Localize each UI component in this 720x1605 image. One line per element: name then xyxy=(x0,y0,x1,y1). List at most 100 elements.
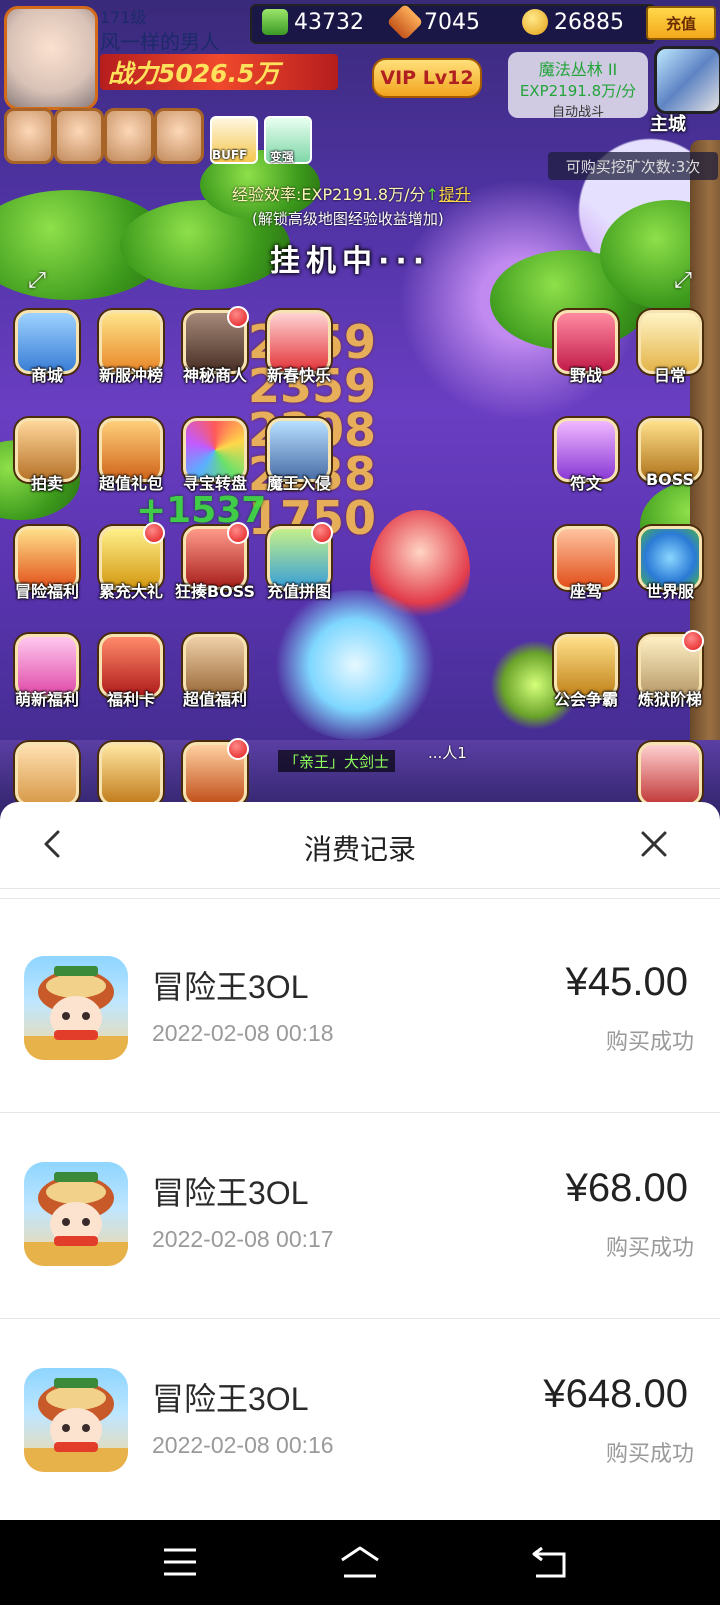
close-button[interactable] xyxy=(636,826,672,862)
record-item[interactable]: 冒险王3OL 2022-02-08 00:18 ¥45.00 购买成功 xyxy=(0,906,720,1113)
exp-efficiency: 经验效率:EXP2191.8万/分↑提升 xyxy=(232,185,471,204)
player-avatar[interactable] xyxy=(4,6,98,110)
back-icon xyxy=(532,1546,566,1578)
game-icon-mount[interactable]: 座驾 xyxy=(552,526,620,601)
game-icon-treasure-wheel[interactable]: 寻宝转盘 xyxy=(181,418,249,493)
app-icon xyxy=(24,1368,128,1472)
purchase-time: 2022-02-08 00:18 xyxy=(152,1020,334,1046)
app-name: 冒险王3OL xyxy=(152,1381,309,1417)
game-icon-rune[interactable]: 符文 xyxy=(552,418,620,493)
mushroom-mascot-icon xyxy=(24,1172,128,1266)
notification-dot xyxy=(311,522,333,544)
expand-right-icon[interactable]: ⤢ xyxy=(672,270,694,292)
menu-icon xyxy=(164,1548,196,1576)
app-name: 冒险王3OL xyxy=(152,1175,309,1211)
game-icon-partial[interactable] xyxy=(636,742,704,810)
hero-portrait[interactable] xyxy=(104,108,154,164)
spending-records-sheet: 消费记录 冒险王3OL 2022-02-08 00:18 ¥45.00 购买成功… xyxy=(0,802,720,1520)
exp-boost-link[interactable]: 提升 xyxy=(439,185,471,204)
notification-dot xyxy=(682,630,704,652)
game-icon-adventure-welfare[interactable]: 冒险福利 xyxy=(13,526,81,601)
mushroom-mascot-icon xyxy=(24,1378,128,1472)
nav-back-button[interactable] xyxy=(528,1542,572,1582)
nav-menu-button[interactable] xyxy=(158,1542,202,1582)
game-icon-value-pack[interactable]: 超值礼包 xyxy=(97,418,165,493)
app-icon xyxy=(24,1162,128,1266)
hero-portrait[interactable] xyxy=(54,108,104,164)
game-icon-demon-invasion[interactable]: 魔王入侵 xyxy=(265,418,333,493)
game-icon-daily[interactable]: 日常 xyxy=(636,310,704,385)
notification-dot xyxy=(227,522,249,544)
game-icon-newbie-welfare[interactable]: 萌新福利 xyxy=(13,634,81,709)
notification-dot xyxy=(143,522,165,544)
purchase-status: 购买成功 xyxy=(605,1235,694,1260)
zone-exp-rate: EXP2191.8万/分 xyxy=(519,82,637,100)
book-icon xyxy=(99,742,163,806)
game-icon-beat-boss[interactable]: 狂揍BOSS xyxy=(175,522,255,601)
mining-count[interactable]: 可购买挖矿次数:3次 xyxy=(548,152,718,180)
vip-badge[interactable]: VIP Lv12 xyxy=(372,58,482,98)
game-icon-field-battle[interactable]: 野战 xyxy=(552,310,620,385)
game-icon-boss[interactable]: BOSS xyxy=(636,418,704,489)
app-name: 冒险王3OL xyxy=(152,969,309,1005)
combat-power: 战力5026.5万 xyxy=(100,54,338,90)
game-icon-world-server[interactable]: 世界服 xyxy=(636,526,704,601)
skill-effect xyxy=(270,590,440,740)
mushroom-mascot-icon xyxy=(24,966,128,1060)
game-icon-new-server-rank[interactable]: 新服冲榜 xyxy=(97,310,165,385)
record-item[interactable]: 冒险王3OL 2022-02-08 00:17 ¥68.00 购买成功 xyxy=(0,1112,720,1319)
recharge-button[interactable]: 充值 xyxy=(646,6,716,40)
expand-left-icon[interactable]: ⤢ xyxy=(26,270,48,292)
character-nameplate-2: ...人1 xyxy=(428,744,467,762)
notification-dot xyxy=(227,306,249,328)
purchase-amount: ¥648.00 xyxy=(543,1372,688,1416)
system-nav-bar xyxy=(0,1520,720,1605)
cash-icon xyxy=(262,9,288,35)
buff-label: BUFF xyxy=(212,148,248,162)
sheet-title: 消费记录 xyxy=(303,834,416,865)
game-icon-shop[interactable]: 商城 xyxy=(13,310,81,385)
player-level: 171级 xyxy=(100,8,147,27)
upgrade-label: 变强 xyxy=(270,150,295,164)
main-city-cube-icon[interactable] xyxy=(654,46,720,114)
game-icon-guild-war[interactable]: 公会争霸 xyxy=(552,634,620,709)
game-icon-new-year[interactable]: 新春快乐 xyxy=(265,310,333,385)
game-icon-purgatory-ladder[interactable]: 炼狱阶梯 xyxy=(636,630,704,709)
game-icon-mystery-merchant[interactable]: 神秘商人 xyxy=(181,306,249,385)
game-icon-cumulative-gift[interactable]: 累充大礼 xyxy=(97,522,165,601)
idle-status: 挂机中··· xyxy=(270,244,431,279)
hero-portrait[interactable] xyxy=(4,108,54,164)
badge-icon xyxy=(386,3,424,41)
game-icon-partial[interactable] xyxy=(13,742,81,810)
purchase-time: 2022-02-08 00:17 xyxy=(152,1226,334,1252)
character-nameplate: 「亲王」大剑士 xyxy=(278,750,396,772)
record-item[interactable]: 冒险王3OL 2022-02-08 00:16 ¥648.00 购买成功 xyxy=(0,1318,720,1520)
purchase-status: 购买成功 xyxy=(605,1029,694,1054)
hero-portrait[interactable] xyxy=(154,108,204,164)
player-name: 风一样的男人 xyxy=(100,30,220,54)
badge-counter: 7045 xyxy=(386,3,480,41)
home-icon xyxy=(341,1546,379,1578)
sheet-header: 消费记录 xyxy=(0,802,720,889)
divider xyxy=(0,898,720,899)
game-background: 43732 7045 26885 充值 171级 风一样的男人 战力5026.5… xyxy=(0,0,720,820)
game-icon-auction[interactable]: 拍卖 xyxy=(13,418,81,493)
coin-icon xyxy=(522,9,548,35)
purchase-status: 购买成功 xyxy=(605,1441,694,1466)
game-icon-partial[interactable] xyxy=(181,738,249,810)
zone-panel[interactable]: 魔法丛林 II EXP2191.8万/分 自动战斗 xyxy=(508,52,648,120)
game-icon-value-welfare[interactable]: 超值福利 xyxy=(181,634,249,709)
game-icon-recharge-puzzle[interactable]: 充值拼图 xyxy=(265,522,333,601)
game-icon-partial[interactable] xyxy=(97,742,165,810)
game-icon-welfare-card[interactable]: 福利卡 xyxy=(97,634,165,709)
nav-home-button[interactable] xyxy=(338,1542,382,1582)
arrow-up-icon: ↑ xyxy=(425,185,439,204)
app-icon xyxy=(24,956,128,1060)
zone-name: 魔法丛林 II xyxy=(538,60,618,79)
unlock-hint: (解锁高级地图经验收益增加) xyxy=(252,210,444,228)
notification-dot xyxy=(227,738,249,760)
close-icon xyxy=(641,831,667,857)
main-city-label[interactable]: 主城 xyxy=(650,110,686,136)
purchase-amount: ¥45.00 xyxy=(565,960,688,1004)
cash-counter: 43732 xyxy=(262,8,364,36)
